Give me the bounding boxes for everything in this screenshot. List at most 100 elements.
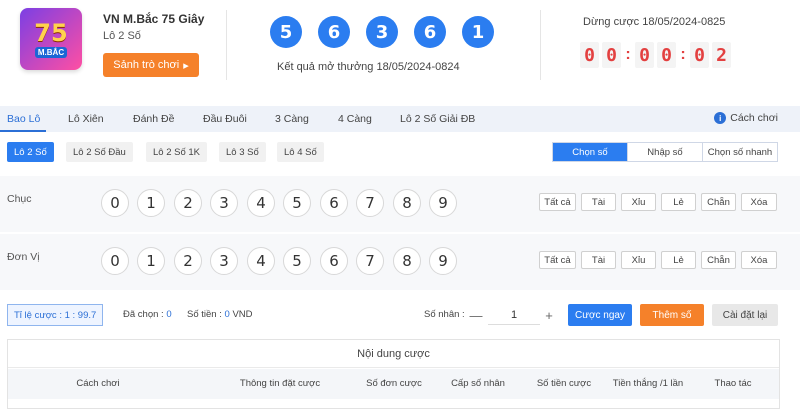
countdown-timer: 0 0 : 0 0 : 0 2: [580, 42, 731, 68]
number-ball[interactable]: 2: [174, 189, 202, 217]
mode-nhap-so[interactable]: Nhập số: [628, 143, 703, 161]
result-ball: 6: [414, 16, 446, 48]
selected-label: Đã chọn :: [123, 309, 164, 320]
number-ball[interactable]: 3: [210, 247, 238, 275]
number-ball[interactable]: 4: [247, 189, 275, 217]
number-ball[interactable]: 8: [393, 189, 421, 217]
quick-select-le-button[interactable]: Lẻ: [661, 193, 696, 211]
number-ball[interactable]: 1: [137, 247, 165, 275]
column-header: Số đơn cược: [366, 378, 422, 389]
result-balls: 5 6 3 6 1: [270, 16, 494, 48]
quick-clear-button[interactable]: Xóa: [741, 193, 777, 211]
tab-bao-lo[interactable]: Bao Lô: [7, 113, 40, 125]
odds-label: Tỉ lệ cược :: [14, 309, 62, 321]
number-ball[interactable]: 5: [283, 247, 311, 275]
number-ball[interactable]: 8: [393, 247, 421, 275]
result-ball: 3: [366, 16, 398, 48]
stop-bet-period: Dừng cược 18/05/2024-0825: [583, 16, 726, 28]
bet-now-button[interactable]: Cược ngay: [568, 304, 632, 326]
mode-chon-so-nhanh[interactable]: Chọn số nhanh: [703, 143, 777, 161]
column-header: Cấp số nhân: [451, 378, 505, 389]
quick-select-le-button[interactable]: Lẻ: [661, 251, 696, 269]
number-ball[interactable]: 7: [356, 189, 384, 217]
quick-select-all-button[interactable]: Tất cả: [539, 251, 576, 269]
multiplier-input[interactable]: [488, 305, 540, 325]
minus-icon[interactable]: —: [467, 305, 485, 325]
play-arrow-icon: ▸: [183, 59, 189, 72]
digit-row-units: Đơn Vị 0 1 2 3 4 5 6 7 8 9 Tất cả Tài Xỉ…: [0, 234, 800, 290]
result-ball: 5: [270, 16, 302, 48]
input-mode-group: Chọn số Nhập số Chọn số nhanh: [552, 142, 778, 162]
number-ball[interactable]: 9: [429, 247, 457, 275]
number-ball[interactable]: 6: [320, 247, 348, 275]
countdown-digit: 0: [635, 42, 654, 68]
row-label: Chục: [7, 193, 32, 205]
result-ball: 6: [318, 16, 350, 48]
subtab-lo-3-so[interactable]: Lô 3 Số: [219, 142, 266, 162]
bet-amount: Số tiền : 0 VND: [187, 309, 253, 320]
quick-select-tai-button[interactable]: Tài: [581, 251, 616, 269]
add-number-button[interactable]: Thêm số: [640, 304, 704, 326]
how-to-play-link[interactable]: i Cách chơi: [714, 112, 778, 124]
number-ball[interactable]: 7: [356, 247, 384, 275]
quick-clear-button[interactable]: Xóa: [741, 251, 777, 269]
number-ball[interactable]: 4: [247, 247, 275, 275]
tab-3-cang[interactable]: 3 Càng: [275, 113, 309, 125]
subtab-lo-2-so[interactable]: Lô 2 Số: [7, 142, 54, 162]
column-header: Số tiền cược: [536, 378, 592, 389]
game-subtitle: Lô 2 Số: [103, 30, 141, 42]
countdown-digit: 0: [690, 42, 709, 68]
info-icon: i: [714, 112, 727, 124]
result-period: Kết quả mở thưởng 18/05/2024-0824: [277, 61, 460, 73]
selected-value: 0: [166, 309, 172, 320]
number-ball[interactable]: 0: [101, 247, 129, 275]
logo-number: 75: [34, 18, 68, 47]
quick-select-tai-button[interactable]: Tài: [581, 193, 616, 211]
column-header: Cách chơi: [76, 378, 120, 389]
countdown-separator: :: [680, 46, 686, 63]
number-ball[interactable]: 1: [137, 189, 165, 217]
subtab-lo-2-so-dau[interactable]: Lô 2 Số Đầu: [66, 142, 133, 162]
tab-danh-de[interactable]: Đánh Đề: [133, 113, 174, 125]
number-ball[interactable]: 2: [174, 247, 202, 275]
plus-icon[interactable]: +: [540, 305, 558, 325]
game-logo: 75 M.BẮC: [20, 8, 82, 70]
quick-select-all-button[interactable]: Tất cả: [539, 193, 576, 211]
quick-select-chan-button[interactable]: Chẵn: [701, 251, 736, 269]
bet-type-tabs: Bao Lô Lô Xiên Đánh Đề Đầu Đuôi 3 Càng 4…: [0, 106, 800, 132]
tab-4-cang[interactable]: 4 Càng: [338, 113, 372, 125]
bet-content-table: Nội dung cược Cách chơi Thông tin đặt cư…: [7, 339, 780, 409]
number-ball[interactable]: 9: [429, 189, 457, 217]
lobby-button[interactable]: Sảnh trò chơi ▸: [103, 53, 199, 77]
quick-select-xiu-button[interactable]: Xỉu: [621, 251, 656, 269]
number-ball[interactable]: 6: [320, 189, 348, 217]
countdown-separator: :: [625, 46, 631, 63]
tab-dau-duoi[interactable]: Đầu Đuôi: [203, 113, 247, 125]
number-ball[interactable]: 5: [283, 189, 311, 217]
number-ball[interactable]: 0: [101, 189, 129, 217]
column-header: Tiền thắng /1 lần: [612, 378, 684, 389]
table-header: Cách chơi Thông tin đặt cược Số đơn cược…: [8, 369, 779, 399]
mode-chon-so[interactable]: Chọn số: [553, 143, 628, 161]
odds-value: 1 : 99.7: [64, 309, 97, 321]
quick-select-xiu-button[interactable]: Xỉu: [621, 193, 656, 211]
subtab-lo-4-so[interactable]: Lô 4 Số: [277, 142, 324, 162]
tab-lo-xien[interactable]: Lô Xiên: [68, 113, 104, 125]
table-title: Nội dung cược: [8, 340, 779, 368]
quick-select-chan-button[interactable]: Chẵn: [701, 193, 736, 211]
subtab-lo-2-so-1k[interactable]: Lô 2 Số 1K: [146, 142, 208, 162]
tab-lo-2-so-giai-db[interactable]: Lô 2 Số Giải ĐB: [400, 113, 475, 125]
countdown-digit: 0: [602, 42, 621, 68]
bet-summary-bar: Tỉ lệ cược : 1 : 99.7 Đã chọn : 0 Số tiề…: [0, 296, 800, 336]
reset-button[interactable]: Cài đặt lại: [712, 304, 778, 326]
game-header: 75 M.BẮC VN M.Bắc 75 Giây Lô 2 Số Sảnh t…: [0, 0, 800, 105]
result-ball: 1: [462, 16, 494, 48]
odds-box: Tỉ lệ cược : 1 : 99.7: [7, 304, 104, 326]
logo-sub: M.BẮC: [34, 46, 68, 58]
selected-count: Đã chọn : 0: [123, 309, 172, 320]
amount-value: 0: [224, 309, 230, 320]
amount-label: Số tiền :: [187, 309, 222, 320]
number-ball[interactable]: 3: [210, 189, 238, 217]
divider: [540, 10, 541, 80]
how-to-play-label: Cách chơi: [730, 112, 778, 124]
